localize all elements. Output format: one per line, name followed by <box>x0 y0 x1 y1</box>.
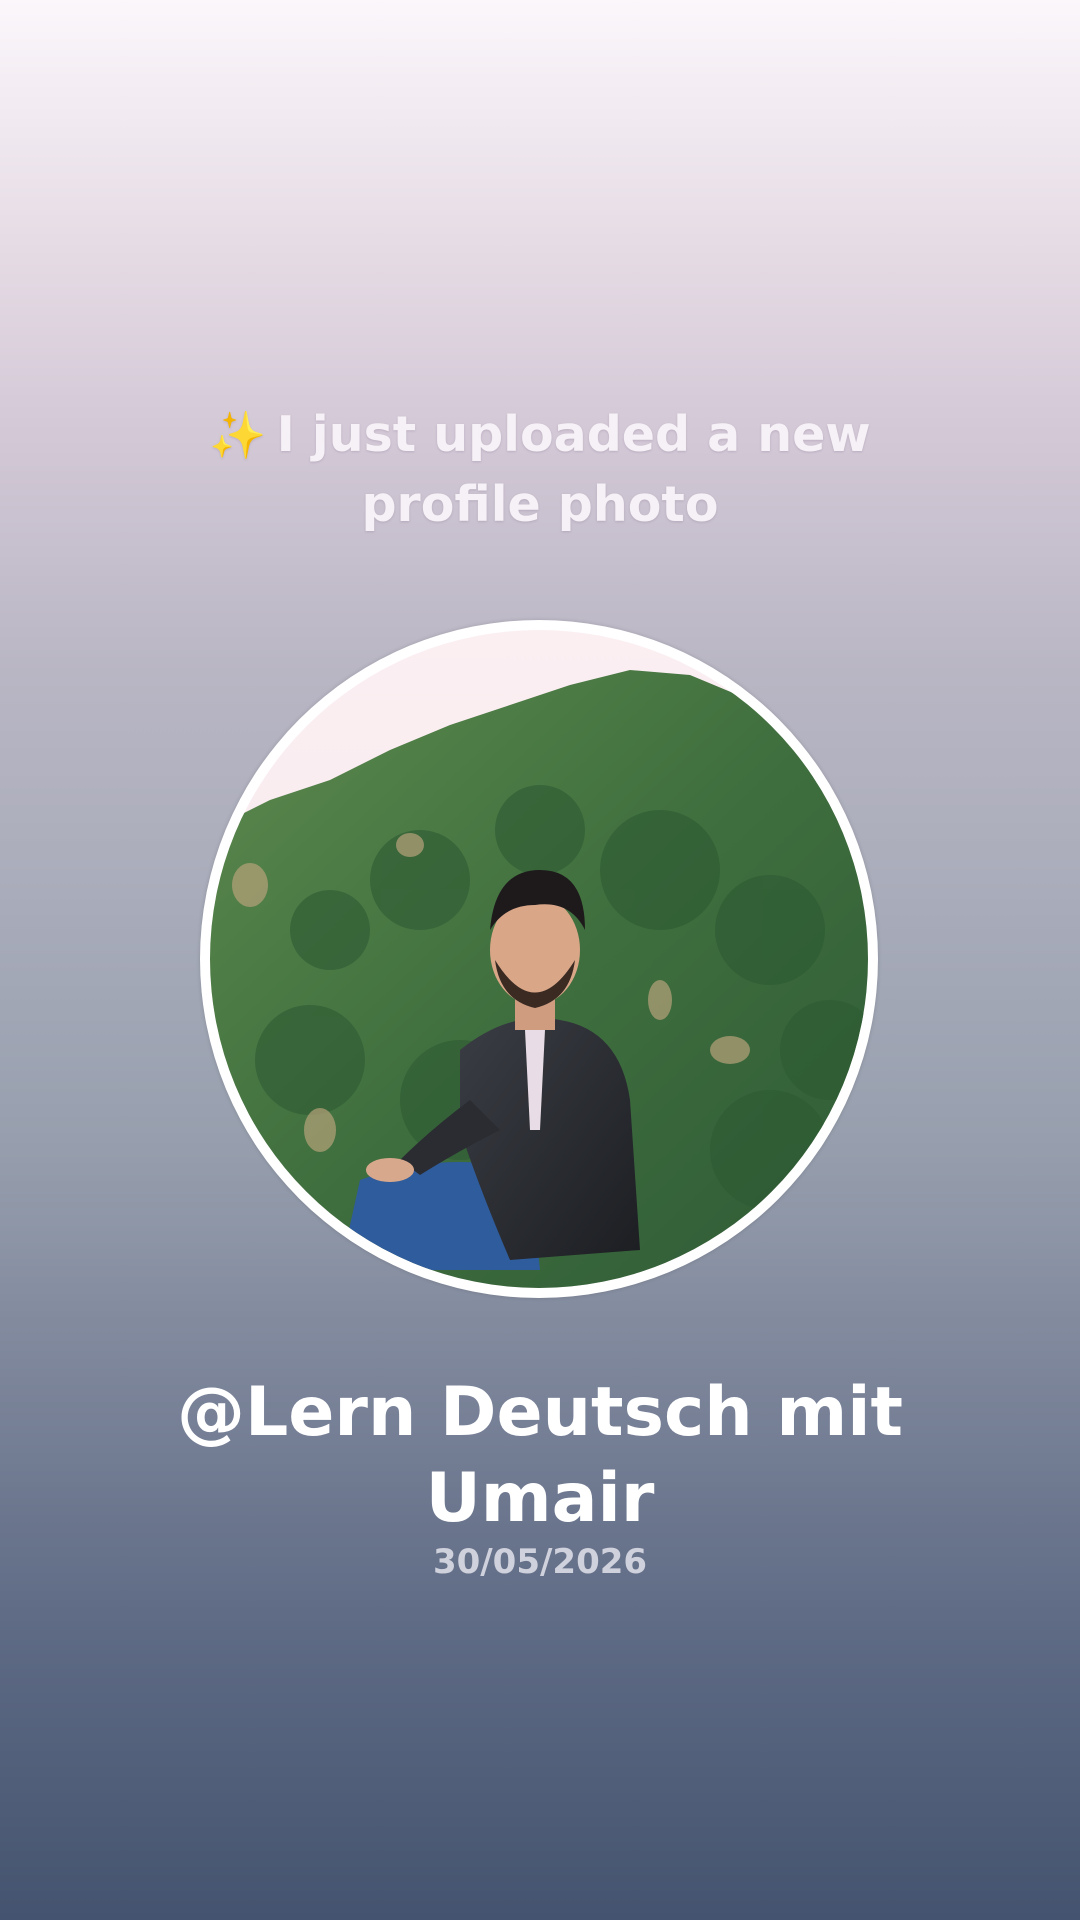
profile-username: @Lern Deutsch mit Umair <box>0 1370 1080 1542</box>
headline-line-2: profile photo <box>361 476 719 533</box>
username-line-2: Umair <box>425 1459 655 1538</box>
sparkles-icon: ✨ <box>209 408 267 462</box>
headline-line-1: ✨ I just uploaded a new <box>0 400 1080 470</box>
profile-photo-image <box>210 630 868 1288</box>
profile-photo <box>210 630 868 1288</box>
headline: ✨ I just uploaded a new profile photo <box>0 400 1080 540</box>
username-line-1: @Lern Deutsch mit <box>176 1373 904 1452</box>
upload-date: 30/05/2026 <box>432 1542 648 1582</box>
headline-text-1: I just uploaded a new <box>276 406 871 463</box>
profile-photo-frame <box>200 620 878 1298</box>
